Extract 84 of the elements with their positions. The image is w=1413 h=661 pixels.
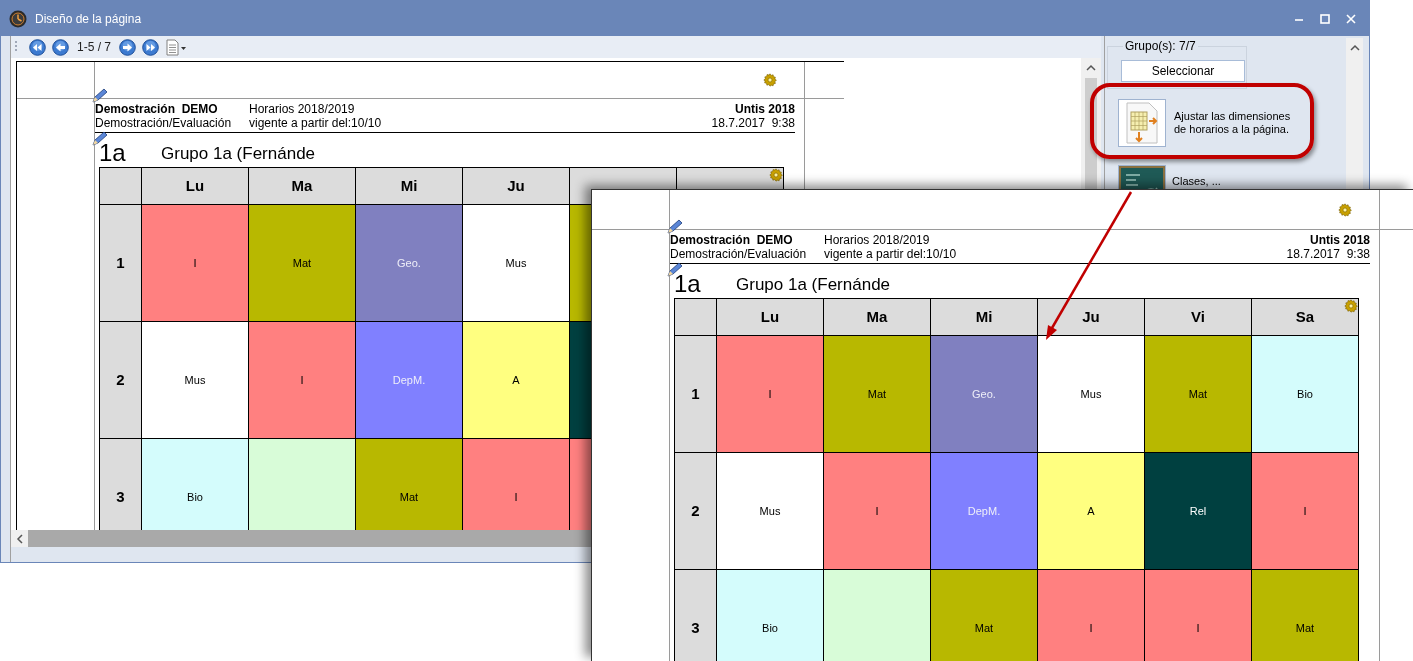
- last-page-button[interactable]: [142, 38, 160, 56]
- timetable-label: Horarios 2018/2019: [249, 102, 356, 116]
- license-label: Demostración/Evaluación: [670, 247, 808, 261]
- subject-label: Geo.: [397, 255, 421, 271]
- timetable-title: Grupo 1a (Fernánde: [161, 143, 316, 165]
- timetable-title: Grupo 1a (Fernánde: [736, 274, 891, 296]
- subject-label: I: [1196, 620, 1200, 636]
- subject-label: DepM.: [392, 372, 426, 388]
- subject-label: Mus: [1080, 386, 1102, 402]
- day-header: Ma: [249, 168, 355, 204]
- page-range: 1-5 / 7: [76, 39, 113, 56]
- subject-label: Bio: [762, 620, 778, 636]
- day-header: Ju: [463, 168, 569, 204]
- period-number: 2: [100, 322, 141, 438]
- license-label: Demostración/Evaluación: [95, 116, 233, 130]
- header-corner-cell: [675, 299, 716, 335]
- period-number: 3: [675, 570, 716, 661]
- subject-label: I: [1089, 620, 1093, 636]
- scroll-up-icon[interactable]: [1349, 44, 1360, 52]
- subject-label: Bio: [187, 489, 203, 505]
- subject-label: Mus: [505, 255, 527, 271]
- action-label[interactable]: Ajustar las dimensiones de horarios a la página.: [1174, 110, 1302, 136]
- school-name: Demostración DEMO: [95, 102, 218, 116]
- period-number: 1: [100, 205, 141, 321]
- next-page-button[interactable]: [119, 38, 137, 56]
- previous-page-button[interactable]: [52, 38, 69, 56]
- period-number: 3: [100, 439, 141, 530]
- group-count-label: Grupo(s): 7/7: [1123, 39, 1198, 53]
- toolbar-grip: [15, 40, 18, 54]
- class-code: 1a: [99, 140, 127, 166]
- subject-label: Mus: [184, 372, 206, 388]
- gear-icon[interactable]: [763, 73, 777, 87]
- product-name: Untis 2018: [1308, 233, 1370, 247]
- subject-label: Rel: [1189, 503, 1207, 519]
- pencil-icon[interactable]: [91, 88, 109, 104]
- day-header: Lu: [717, 299, 823, 335]
- subject-label: I: [193, 255, 197, 271]
- page-menu-button[interactable]: [165, 38, 188, 56]
- print-date: 18.7.2017 9:38: [1286, 247, 1370, 261]
- period-number: 2: [675, 453, 716, 569]
- scroll-left-icon[interactable]: [15, 533, 24, 544]
- header-corner-cell: [100, 168, 141, 204]
- day-header: Sa: [1252, 299, 1358, 335]
- subject-label: A: [512, 372, 520, 388]
- valid-from-label: vigente a partir del:10/10: [249, 116, 383, 130]
- window-title: Diseño de la página: [35, 10, 142, 28]
- class-code: 1a: [674, 271, 702, 297]
- select-button[interactable]: Seleccionar: [1121, 60, 1245, 82]
- subject-label: Mat: [867, 386, 887, 402]
- first-page-button[interactable]: [29, 38, 46, 56]
- timetable-label: Horarios 2018/2019: [824, 233, 931, 247]
- period-number: 1: [675, 336, 716, 452]
- action-label[interactable]: Clases, ...: [1172, 175, 1221, 188]
- subject-label: A: [1087, 503, 1095, 519]
- subject-label: I: [1303, 503, 1307, 519]
- subject-label: I: [300, 372, 304, 388]
- subject-label: Mat: [399, 489, 419, 505]
- gear-icon[interactable]: [1344, 299, 1358, 313]
- day-header: Ju: [1038, 299, 1144, 335]
- subject-label: Mat: [1188, 386, 1208, 402]
- subject-label: DepM.: [967, 503, 1001, 519]
- day-header: Vi: [1145, 299, 1251, 335]
- gear-icon[interactable]: [1338, 202, 1352, 217]
- school-name: Demostración DEMO: [670, 233, 793, 247]
- day-header: Mi: [356, 168, 462, 204]
- day-header: Lu: [142, 168, 248, 204]
- subject-label: Bio: [1297, 386, 1313, 402]
- pencil-icon[interactable]: [666, 219, 684, 235]
- gear-icon[interactable]: [769, 168, 783, 182]
- subject-label: Mat: [1295, 620, 1315, 636]
- subject-label: Mat: [292, 255, 312, 271]
- day-header: Ma: [824, 299, 930, 335]
- product-name: Untis 2018: [733, 102, 795, 116]
- valid-from-label: vigente a partir del:10/10: [824, 247, 958, 261]
- subject-label: Mus: [759, 503, 781, 519]
- scroll-up-icon[interactable]: [1086, 64, 1096, 72]
- subject-label: Geo.: [972, 386, 996, 402]
- print-date: 18.7.2017 9:38: [711, 116, 795, 130]
- subject-label: I: [875, 503, 879, 519]
- subject-label: I: [514, 489, 518, 505]
- day-header: Mi: [931, 299, 1037, 335]
- subject-label: I: [768, 386, 772, 402]
- subject-label: Mat: [974, 620, 994, 636]
- clock-icon: [9, 9, 27, 28]
